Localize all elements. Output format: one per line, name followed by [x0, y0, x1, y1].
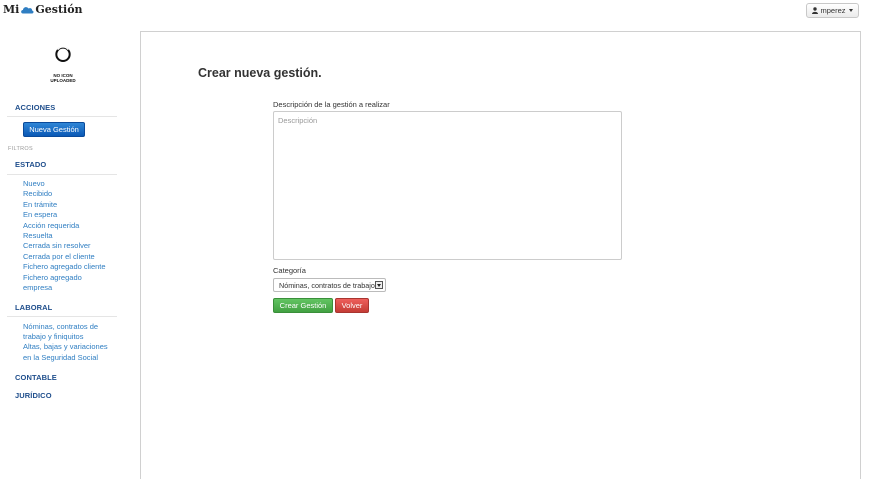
- filter-nominas-cont[interactable]: trabajo y finiquitos: [23, 332, 83, 342]
- section-juridico[interactable]: JURÍDICO: [15, 391, 52, 400]
- brand-right: Gestión: [35, 3, 83, 16]
- category-label: Categoría: [273, 266, 306, 275]
- filter-nuevo[interactable]: Nuevo: [23, 179, 45, 189]
- no-icon-logo: [55, 46, 71, 62]
- logo-text: NO ICON UPLOADED: [50, 73, 76, 83]
- cloud-icon: [20, 5, 34, 14]
- section-contable[interactable]: CONTABLE: [15, 373, 57, 382]
- filter-en-espera[interactable]: En espera: [23, 210, 57, 220]
- filter-resuelta[interactable]: Resuelta: [23, 231, 53, 241]
- new-gestion-button[interactable]: Nueva Gestión: [23, 122, 85, 137]
- filter-altas-bajas[interactable]: Altas, bajas y variaciones: [23, 342, 108, 352]
- filter-cerrada-por-cliente[interactable]: Cerrada por el cliente: [23, 252, 95, 262]
- filter-cerrada-sin-resolver[interactable]: Cerrada sin resolver: [23, 241, 91, 251]
- description-textarea[interactable]: Descripción: [273, 111, 622, 260]
- filter-recibido[interactable]: Recibido: [23, 189, 52, 199]
- user-menu-button[interactable]: mperez: [806, 3, 859, 18]
- filter-fichero-agregado-empresa-cont[interactable]: empresa: [23, 283, 52, 293]
- section-laboral: LABORAL: [15, 303, 53, 312]
- create-gestion-button[interactable]: Crear Gestión: [273, 298, 333, 313]
- filter-accion-requerida[interactable]: Acción requerida: [23, 221, 79, 231]
- filter-altas-bajas-cont[interactable]: en la Seguridad Social: [23, 353, 98, 363]
- user-name: mperez: [820, 6, 846, 15]
- divider: [7, 116, 117, 117]
- filter-nominas[interactable]: Nóminas, contratos de: [23, 322, 98, 332]
- section-estado: ESTADO: [15, 160, 47, 169]
- back-button[interactable]: Volver: [335, 298, 369, 313]
- section-acciones: ACCIONES: [15, 103, 56, 112]
- filter-fichero-agregado-cliente[interactable]: Fichero agregado cliente: [23, 262, 106, 272]
- category-selected-value: Nóminas, contratos de trabajo y finiquit…: [279, 280, 377, 290]
- divider: [7, 316, 117, 317]
- chevron-down-icon: [375, 281, 383, 289]
- brand-left: Mi: [3, 3, 20, 16]
- chevron-down-icon: [848, 9, 853, 12]
- divider: [7, 174, 117, 175]
- description-label: Descripción de la gestión a realizar: [273, 100, 390, 109]
- filter-fichero-agregado-empresa[interactable]: Fichero agregado: [23, 273, 82, 283]
- description-placeholder: Descripción: [278, 116, 318, 125]
- filters-label: FILTROS: [8, 146, 33, 152]
- user-icon: [812, 7, 819, 14]
- filter-en-tramite[interactable]: En trámite: [23, 200, 57, 210]
- page-title: Crear nueva gestión.: [198, 66, 322, 80]
- brand-logo[interactable]: Mi Gestión: [3, 3, 83, 16]
- category-select[interactable]: Nóminas, contratos de trabajo y finiquit…: [273, 278, 386, 292]
